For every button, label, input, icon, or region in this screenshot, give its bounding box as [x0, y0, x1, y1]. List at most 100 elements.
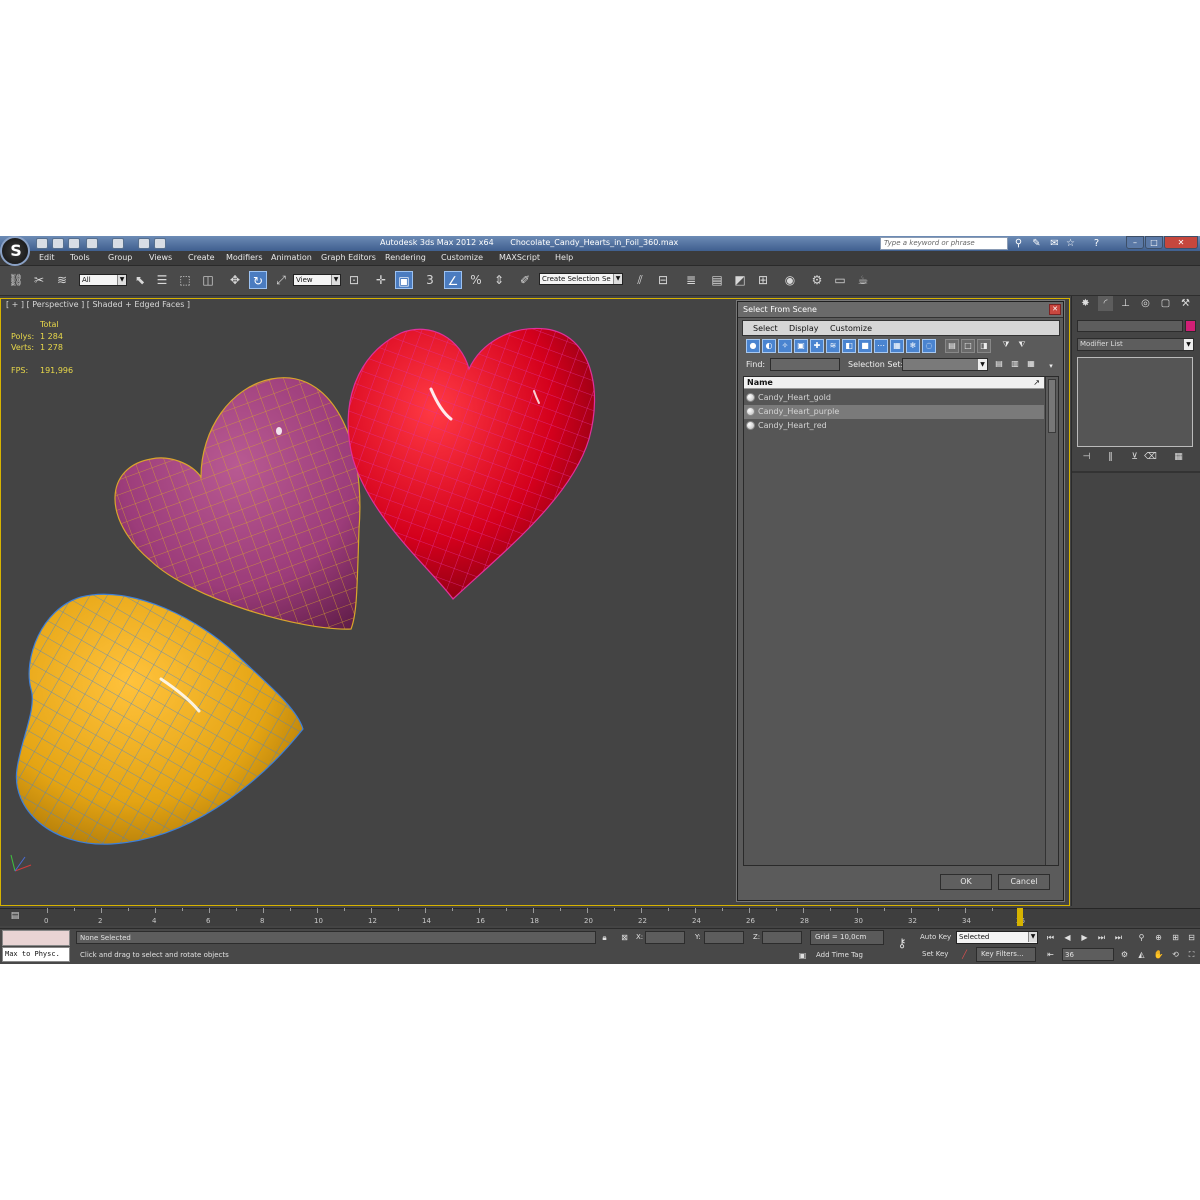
- graphite-ribbon-icon[interactable]: ▤: [708, 271, 726, 289]
- object-color-swatch[interactable]: [1185, 320, 1196, 332]
- list-item-candy-heart-purple[interactable]: Candy_Heart_purple: [744, 405, 1044, 419]
- display-invert-icon[interactable]: ◨: [977, 339, 991, 353]
- menu-views[interactable]: Views: [149, 253, 172, 262]
- modifier-stack[interactable]: [1077, 357, 1193, 447]
- material-editor-icon[interactable]: ◉: [781, 271, 799, 289]
- percent-snap-icon[interactable]: %: [467, 271, 485, 289]
- spinner-snap-icon[interactable]: ⇕: [490, 271, 508, 289]
- display-lights-icon[interactable]: ✧: [778, 339, 792, 353]
- menu-maxscript[interactable]: MAXScript: [499, 253, 540, 262]
- add-time-tag-label[interactable]: Add Time Tag: [816, 951, 863, 959]
- favorites-star-icon[interactable]: ☆: [1064, 237, 1077, 250]
- create-tab-icon[interactable]: ✸: [1078, 296, 1093, 311]
- save-file-icon[interactable]: [68, 238, 80, 249]
- remove-modifier-icon[interactable]: ⌫: [1144, 451, 1157, 464]
- zoom-all-icon[interactable]: ⊕: [1152, 931, 1165, 944]
- open-file-icon[interactable]: [52, 238, 64, 249]
- layer-manager-icon[interactable]: ≣: [682, 271, 700, 289]
- orbit-icon[interactable]: ⟲: [1169, 948, 1182, 961]
- select-by-name-icon[interactable]: ☰: [153, 271, 171, 289]
- display-xrefs-icon[interactable]: ■: [858, 339, 872, 353]
- select-and-move-icon[interactable]: ✥: [226, 271, 244, 289]
- curve-editor-icon[interactable]: ◩: [731, 271, 749, 289]
- menu-tools[interactable]: Tools: [70, 253, 90, 262]
- display-cameras-icon[interactable]: ▣: [794, 339, 808, 353]
- candy-heart-red[interactable]: [347, 327, 596, 600]
- redo-icon[interactable]: [112, 238, 124, 249]
- quick-access-dropdown-icon[interactable]: [154, 238, 166, 249]
- help-search-input[interactable]: Type a keyword or phrase: [880, 237, 1008, 250]
- edit-named-selection-icon[interactable]: ✐: [516, 271, 534, 289]
- reference-coordinate-dropdown[interactable]: View ▼: [293, 274, 341, 286]
- dialog-menu-display[interactable]: Display: [789, 324, 819, 333]
- set-key-mode-icon[interactable]: ⚷: [890, 937, 914, 950]
- next-frame-icon[interactable]: ⏭: [1095, 931, 1108, 944]
- display-helpers-icon[interactable]: ✚: [810, 339, 824, 353]
- select-and-rotate-icon[interactable]: ↻: [249, 271, 267, 289]
- bind-space-warp-icon[interactable]: ≋: [53, 271, 71, 289]
- rectangular-selection-icon[interactable]: ⬚: [176, 271, 194, 289]
- name-column-header[interactable]: Name ↗: [744, 377, 1044, 389]
- key-selection-dropdown[interactable]: Selected ▼: [956, 931, 1038, 944]
- help-icon[interactable]: ?: [1090, 237, 1103, 250]
- maxscript-listener-input[interactable]: [2, 930, 70, 946]
- dialog-menu-customize[interactable]: Customize: [830, 324, 872, 333]
- time-slider-thumb[interactable]: [1017, 908, 1023, 926]
- display-containers-icon[interactable]: ▦: [890, 339, 904, 353]
- show-end-result-icon[interactable]: ‖: [1104, 451, 1117, 464]
- previous-frame-icon[interactable]: ◀︎: [1061, 931, 1074, 944]
- display-geometry-icon[interactable]: ●: [746, 339, 760, 353]
- project-folder-icon[interactable]: [138, 238, 150, 249]
- add-time-tag-icon[interactable]: ▣: [796, 949, 809, 962]
- new-file-icon[interactable]: [36, 238, 48, 249]
- pivot-center-icon[interactable]: ⊡: [345, 271, 363, 289]
- default-in-out-tangent-icon[interactable]: ╱: [958, 948, 971, 961]
- x-coordinate-field[interactable]: [645, 931, 685, 944]
- display-frozen-icon[interactable]: ❄: [906, 339, 920, 353]
- modifier-list-dropdown[interactable]: Modifier List ▼: [1077, 338, 1194, 351]
- selection-set-dropdown[interactable]: ▼: [902, 358, 988, 371]
- named-selection-sets-dropdown[interactable]: Create Selection Se ▼: [539, 273, 623, 285]
- key-filters-button[interactable]: Key Filters...: [976, 947, 1036, 962]
- binoculars-icon[interactable]: ⚲: [1012, 237, 1025, 250]
- menu-graph-editors[interactable]: Graph Editors: [321, 253, 376, 262]
- maxscript-listener-output[interactable]: Max to Physc.: [2, 947, 70, 962]
- candy-heart-purple[interactable]: [114, 377, 361, 630]
- display-none-icon[interactable]: □: [961, 339, 975, 353]
- set-key-button[interactable]: Set Key: [922, 950, 948, 958]
- scrollbar-thumb[interactable]: [1048, 379, 1056, 433]
- z-coordinate-field[interactable]: [762, 931, 802, 944]
- menu-edit[interactable]: Edit: [39, 253, 55, 262]
- minimize-button[interactable]: –: [1126, 236, 1144, 249]
- link-icon[interactable]: ⛓: [7, 271, 25, 289]
- zoom-extents-all-icon[interactable]: ⊟: [1185, 931, 1198, 944]
- add-to-set-icon[interactable]: ▥: [1008, 358, 1022, 372]
- menu-customize[interactable]: Customize: [441, 253, 483, 262]
- display-tab-icon[interactable]: ▢: [1158, 296, 1173, 311]
- timeline-ruler[interactable]: 024681012141618202224262830323436: [35, 908, 1038, 926]
- remove-from-set-icon[interactable]: ▦: [1024, 358, 1038, 372]
- display-groups-icon[interactable]: ◧: [842, 339, 856, 353]
- cancel-button[interactable]: Cancel: [998, 874, 1050, 890]
- hierarchy-tab-icon[interactable]: ⊥: [1118, 296, 1133, 311]
- menu-help[interactable]: Help: [555, 253, 573, 262]
- utilities-tab-icon[interactable]: ⚒: [1178, 296, 1193, 311]
- y-coordinate-field[interactable]: [704, 931, 744, 944]
- pan-view-icon[interactable]: ✋: [1152, 948, 1165, 961]
- zoom-extents-icon[interactable]: ⊞: [1169, 931, 1182, 944]
- display-all-icon[interactable]: ▤: [945, 339, 959, 353]
- menu-modifiers[interactable]: Modifiers: [226, 253, 263, 262]
- menu-animation[interactable]: Animation: [271, 253, 312, 262]
- application-logo-button[interactable]: S: [0, 236, 30, 266]
- auto-key-button[interactable]: Auto Key: [920, 933, 951, 941]
- absolute-mode-icon[interactable]: ⊠: [618, 931, 631, 944]
- select-object-icon[interactable]: ⬉: [131, 271, 149, 289]
- rendered-frame-window-icon[interactable]: ▭: [831, 271, 849, 289]
- render-production-icon[interactable]: ☕: [854, 271, 872, 289]
- field-of-view-icon[interactable]: ◭: [1135, 948, 1148, 961]
- undo-icon[interactable]: [86, 238, 98, 249]
- schematic-view-icon[interactable]: ⊞: [754, 271, 772, 289]
- render-setup-icon[interactable]: ⚙: [808, 271, 826, 289]
- pin-stack-icon[interactable]: ⊣: [1080, 451, 1093, 464]
- create-selection-set-icon[interactable]: ▤: [992, 358, 1006, 372]
